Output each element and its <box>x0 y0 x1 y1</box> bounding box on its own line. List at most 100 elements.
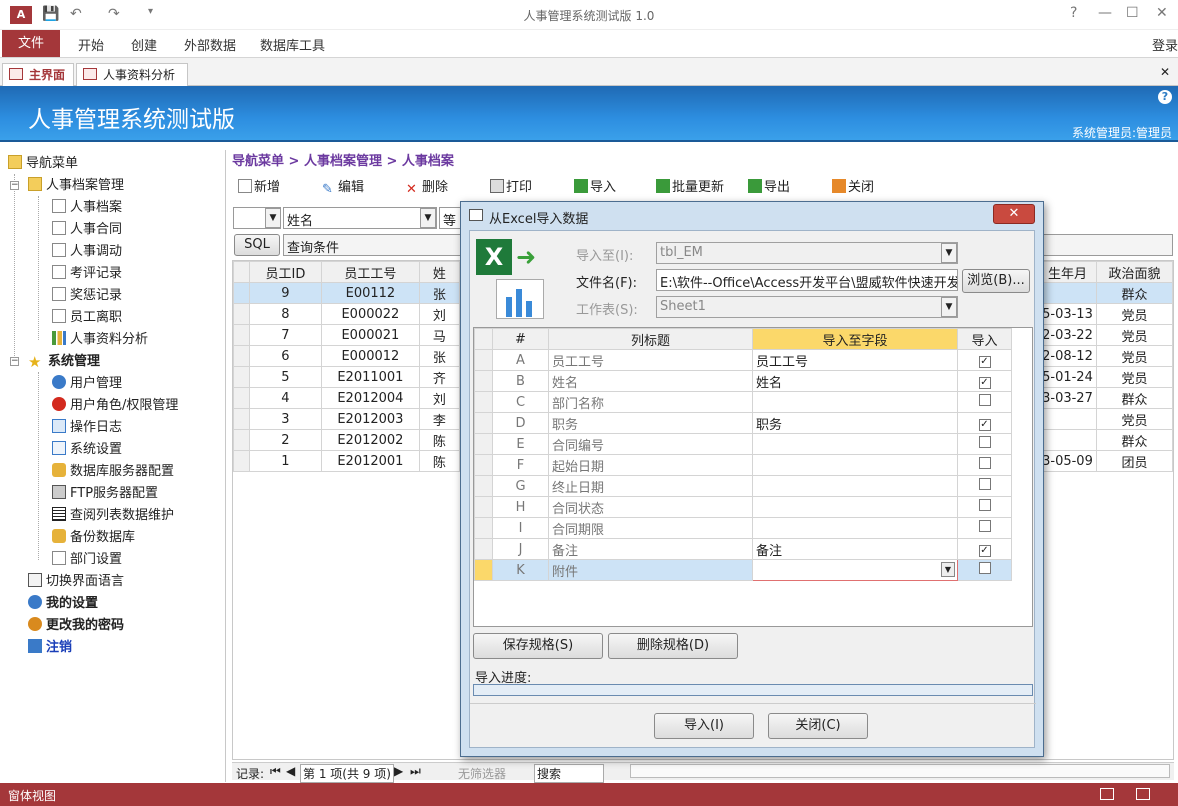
cell-date[interactable]: 3-05-09 <box>1038 450 1097 472</box>
collapse-toggle[interactable]: − <box>10 357 19 366</box>
row-selector[interactable] <box>474 433 493 455</box>
cell-name[interactable]: 刘 <box>418 303 460 325</box>
import-button[interactable]: 导入 <box>574 176 616 195</box>
mapping-row[interactable]: H 合同状态 <box>474 496 1012 518</box>
cell-party[interactable]: 党员 <box>1095 345 1174 367</box>
column-header[interactable]: 政治面貌 <box>1095 261 1174 283</box>
cell-id[interactable]: 6 <box>248 345 322 367</box>
help-icon[interactable]: ? <box>1070 5 1077 21</box>
import-checkbox[interactable] <box>978 520 991 532</box>
nav-item-evaluation[interactable]: 考评记录 <box>52 264 122 284</box>
collapse-toggle[interactable]: − <box>10 181 19 190</box>
target-field-cell[interactable] <box>752 454 958 476</box>
close-doc-icon[interactable]: ✕ <box>1160 65 1170 79</box>
cell-name[interactable]: 陈 <box>418 450 460 472</box>
delete-spec-button[interactable]: 删除规格(D) <box>608 633 738 659</box>
minimize-button[interactable]: — <box>1098 5 1112 21</box>
nav-item-hr-transfer[interactable]: 人事调动 <box>52 242 122 262</box>
help-icon[interactable]: ? <box>1158 90 1172 104</box>
cell-party[interactable]: 群众 <box>1095 429 1174 451</box>
import-checkbox[interactable]: ✓ <box>978 418 991 431</box>
cell-code[interactable]: E2012003 <box>320 408 420 430</box>
print-button[interactable]: 打印 <box>490 176 532 195</box>
browse-button[interactable]: 浏览(B)... <box>962 269 1030 293</box>
column-header[interactable]: 姓 <box>418 261 460 283</box>
cell-date[interactable]: 2-03-22 <box>1038 324 1097 346</box>
cell-party[interactable]: 党员 <box>1095 303 1174 325</box>
target-field-cell[interactable] <box>752 391 958 413</box>
cell-code[interactable]: E000012 <box>320 345 420 367</box>
cell-id[interactable]: 7 <box>248 324 322 346</box>
cell-code[interactable]: E2012001 <box>320 450 420 472</box>
nav-item-resignation[interactable]: 员工离职 <box>52 308 122 328</box>
nav-root[interactable]: 导航菜单 <box>8 154 78 174</box>
cell-date[interactable]: 5-03-13 <box>1038 303 1097 325</box>
cell-code[interactable]: E2012004 <box>320 387 420 409</box>
cell-code[interactable]: E00112 <box>320 282 420 304</box>
import-checkbox[interactable] <box>978 394 991 406</box>
filter-status[interactable]: 无筛选器 <box>458 765 506 782</box>
mapping-row[interactable]: F 起始日期 <box>474 454 1012 476</box>
design-view-icon[interactable] <box>1136 788 1150 800</box>
nav-group-system[interactable]: ★ 系统管理 <box>28 352 100 372</box>
cell-id[interactable]: 4 <box>248 387 322 409</box>
nav-item-hr-archive[interactable]: 人事档案 <box>52 198 122 218</box>
target-field-cell[interactable]: 姓名 <box>752 370 958 392</box>
close-button[interactable]: ✕ <box>1156 5 1168 21</box>
mapping-row[interactable]: J 备注 备注 ✓ <box>474 538 1012 560</box>
nav-item-my-settings[interactable]: 我的设置 <box>28 594 98 614</box>
dialog-close-button[interactable]: ✕ <box>993 204 1035 224</box>
nav-item-system-settings[interactable]: 系统设置 <box>52 440 122 460</box>
nav-item-user-management[interactable]: 用户管理 <box>52 374 122 394</box>
nav-item-roles[interactable]: 用户角色/权限管理 <box>52 396 178 416</box>
row-selector[interactable] <box>474 559 493 581</box>
edit-button[interactable]: ✎ 编辑 <box>322 176 364 197</box>
target-field-cell[interactable]: ▼ <box>752 559 958 581</box>
row-selector[interactable] <box>233 387 250 409</box>
cell-id[interactable]: 5 <box>248 366 322 388</box>
import-checkbox[interactable] <box>978 499 991 511</box>
import-start-button[interactable]: 导入(I) <box>654 713 754 739</box>
cell-date[interactable] <box>1038 282 1097 304</box>
row-selector[interactable] <box>233 366 250 388</box>
target-field-cell[interactable] <box>752 475 958 497</box>
nav-item-logout[interactable]: 注销 <box>28 638 72 658</box>
tab-home[interactable]: 开始 <box>78 35 104 54</box>
cell-party[interactable]: 党员 <box>1095 408 1174 430</box>
nav-item-change-password[interactable]: 更改我的密码 <box>28 616 124 636</box>
nav-item-ftp-server[interactable]: FTP服务器配置 <box>52 484 158 504</box>
target-field-cell[interactable]: 员工工号 <box>752 349 958 371</box>
column-header[interactable]: 生年月 <box>1038 261 1097 283</box>
target-field-cell[interactable] <box>752 433 958 455</box>
cell-date[interactable]: 2-08-12 <box>1038 345 1097 367</box>
import-checkbox[interactable] <box>978 562 991 574</box>
cell-party[interactable]: 党员 <box>1095 366 1174 388</box>
cell-date[interactable]: 5-01-24 <box>1038 366 1097 388</box>
tab-external-data[interactable]: 外部数据 <box>184 35 236 54</box>
last-record-icon[interactable]: ⏭ <box>410 764 421 779</box>
dialog-close-action-button[interactable]: 关闭(C) <box>768 713 868 739</box>
next-record-icon[interactable]: ▶ <box>394 764 403 778</box>
import-checkbox[interactable] <box>978 457 991 469</box>
doc-tab-hr-analysis[interactable]: 人事资料分析 <box>76 63 188 86</box>
target-field-cell[interactable] <box>752 496 958 518</box>
cell-code[interactable]: E2011001 <box>320 366 420 388</box>
chevron-down-icon[interactable]: ▼ <box>941 562 955 577</box>
filter-field-select[interactable]: 姓名 <box>283 207 437 229</box>
cell-id[interactable]: 2 <box>248 429 322 451</box>
import-checkbox[interactable] <box>978 436 991 448</box>
row-selector[interactable] <box>233 324 250 346</box>
nav-item-lookup-maintenance[interactable]: 查阅列表数据维护 <box>52 506 174 526</box>
export-button[interactable]: 导出 <box>748 176 790 195</box>
cell-code[interactable]: E000022 <box>320 303 420 325</box>
file-name-input[interactable]: E:\软件--Office\Access开发平台\盟威软件快速开发 <box>656 269 958 291</box>
nav-group-hr-archive[interactable]: 人事档案管理 <box>28 176 124 196</box>
import-checkbox[interactable]: ✓ <box>978 544 991 557</box>
add-button[interactable]: 新增 <box>238 176 280 195</box>
nav-item-hr-analysis[interactable]: 人事资料分析 <box>52 330 148 350</box>
row-selector[interactable] <box>474 412 493 434</box>
cell-party[interactable]: 群众 <box>1095 387 1174 409</box>
row-selector[interactable] <box>474 391 493 413</box>
cell-id[interactable]: 1 <box>248 450 322 472</box>
prev-record-icon[interactable]: ◀ <box>286 764 295 778</box>
